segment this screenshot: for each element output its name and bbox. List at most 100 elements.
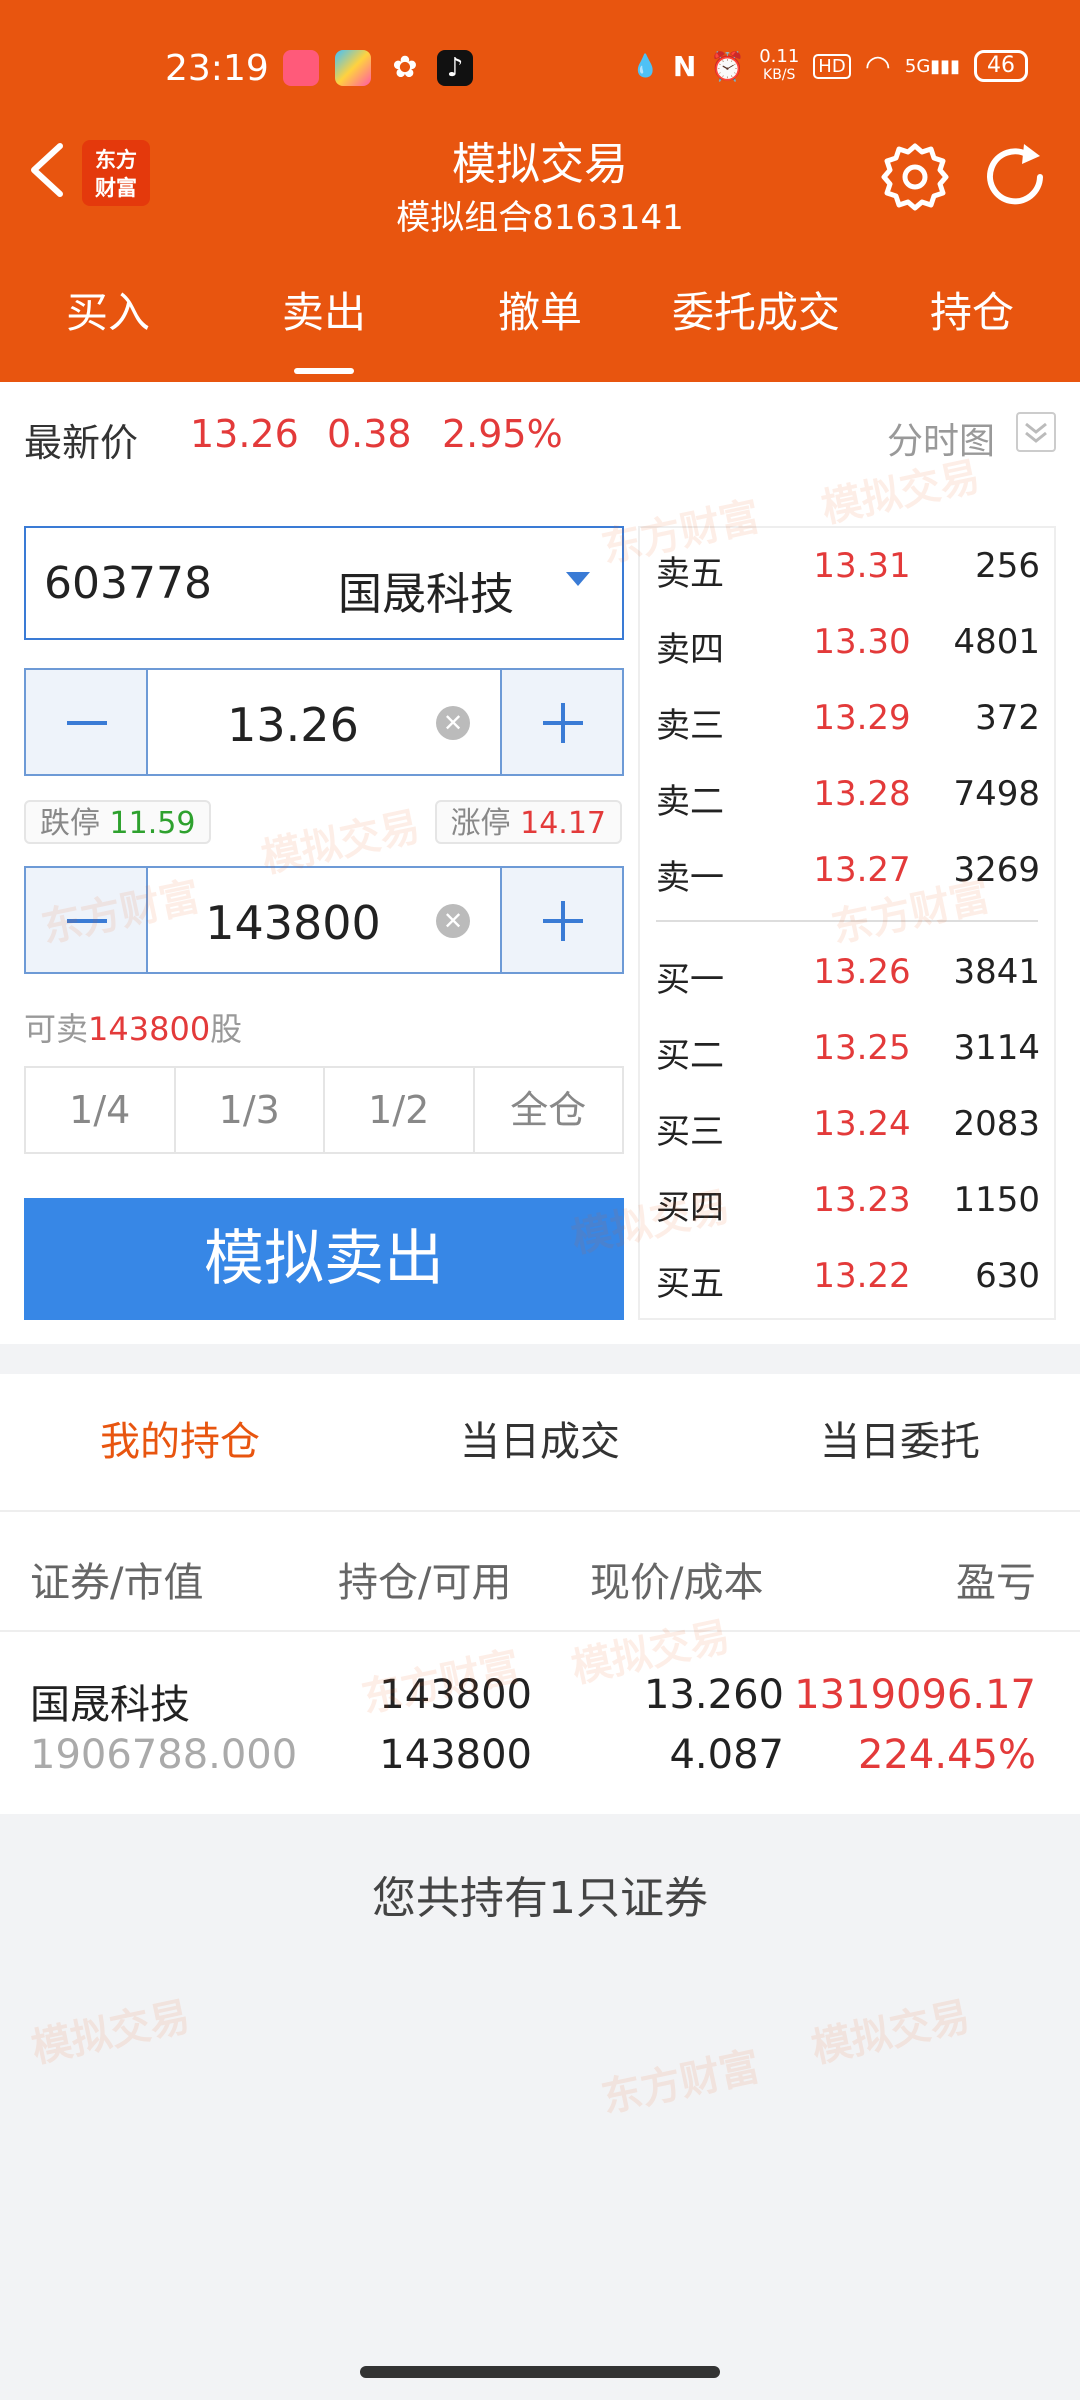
bid-volume: 630 [975, 1256, 1040, 1296]
limit-down-value: 11.59 [109, 806, 196, 841]
price-change: 0.38 [327, 412, 412, 456]
ratio-all-button[interactable]: 全仓 [475, 1068, 623, 1152]
table-row[interactable]: 国晟科技 1906788.000 143800 143800 13.260 4.… [0, 1632, 1080, 1812]
bid-price: 13.22 [813, 1256, 911, 1296]
ask-volume: 4801 [953, 622, 1040, 662]
nfc-icon: N [672, 49, 697, 83]
price-stepper: 13.26 ✕ [24, 668, 624, 776]
net-speed-value: 0.11 [759, 46, 800, 67]
refresh-icon[interactable] [978, 140, 1052, 214]
price-plus-button[interactable] [500, 670, 622, 774]
bid-row-5[interactable]: 买五 13.22 630 [640, 1240, 1054, 1316]
home-indicator[interactable] [360, 2366, 720, 2378]
ratio-half-button[interactable]: 1/2 [325, 1068, 475, 1152]
watermark: 模拟交易 [807, 1993, 974, 2073]
limit-down-badge: 跌停 11.59 [24, 800, 212, 844]
ask-volume: 256 [975, 546, 1040, 586]
ask-price: 13.27 [813, 850, 911, 890]
tab-my-holdings[interactable]: 我的持仓 [0, 1374, 360, 1510]
ask-row-3[interactable]: 卖三 13.29 372 [640, 682, 1054, 758]
net-speed-unit: KB/S [763, 67, 796, 83]
holdings-summary: 您共持有1只证券 [372, 1873, 708, 1924]
tab-today-fills[interactable]: 当日成交 [360, 1374, 720, 1510]
stock-code: 603778 [44, 558, 212, 609]
bid-volume: 3841 [953, 952, 1040, 992]
tab-today-orders[interactable]: 当日委托 [720, 1374, 1080, 1510]
bid-row-1[interactable]: 买一 13.26 3841 [640, 936, 1054, 1012]
sellable-suffix: 股 [210, 1010, 243, 1048]
ask-row-5[interactable]: 卖五 13.31 256 [640, 530, 1054, 606]
status-bar: 23:19 ✿ ♪ 💧 N ⏰ 0.11 KB/S HD ◠ 5G▮▮▮ 46 [0, 44, 1080, 94]
bid-row-2[interactable]: 买二 13.25 3114 [640, 1012, 1054, 1088]
wifi-icon: ◠ [864, 48, 891, 84]
battery-icon: 46 [974, 50, 1028, 82]
watermark: 模拟交易 [27, 1993, 194, 2073]
tab-holdings[interactable]: 持仓 [864, 270, 1080, 380]
watermark: 东方财富 [597, 2043, 764, 2123]
bid-row-4[interactable]: 买四 13.23 1150 [640, 1164, 1054, 1240]
ask-row-4[interactable]: 卖四 13.30 4801 [640, 606, 1054, 682]
holding-cost: 4.087 [669, 1732, 784, 1778]
bid-price: 13.23 [813, 1180, 911, 1220]
quantity-minus-button[interactable] [26, 868, 148, 972]
quantity-input[interactable]: 143800 [148, 896, 438, 950]
price-minus-button[interactable] [26, 670, 148, 774]
ask-label: 卖五 [656, 554, 724, 594]
ask-volume: 3269 [953, 850, 1040, 890]
ratio-quarter-button[interactable]: 1/4 [26, 1068, 176, 1152]
sellable-info: 可卖143800股 [24, 1004, 242, 1050]
holding-pnl: 1319096.17 [794, 1672, 1036, 1718]
ask-price: 13.30 [813, 622, 911, 662]
tab-orders-fills[interactable]: 委托成交 [648, 270, 864, 380]
bid-volume: 2083 [953, 1104, 1040, 1144]
order-book-divider [656, 920, 1038, 922]
ratio-third-button[interactable]: 1/3 [176, 1068, 325, 1152]
expand-chevron-icon[interactable] [1016, 412, 1056, 452]
ask-price: 13.28 [813, 774, 911, 814]
bid-label: 买四 [656, 1188, 724, 1228]
bid-price: 13.25 [813, 1028, 911, 1068]
positions-header: 证券/市值 持仓/可用 现价/成本 盈亏 [0, 1512, 1080, 1632]
timeshare-chart-link[interactable]: 分时图 [887, 412, 995, 464]
col-pnl: 盈亏 [956, 1560, 1036, 1606]
signal-label: 5G [904, 55, 931, 77]
ask-label: 卖一 [656, 858, 724, 898]
bid-volume: 3114 [953, 1028, 1040, 1068]
tab-cancel[interactable]: 撤单 [432, 270, 648, 380]
ask-label: 卖二 [656, 782, 724, 822]
tab-buy[interactable]: 买入 [0, 270, 216, 380]
bid-row-3[interactable]: 买三 13.24 2083 [640, 1088, 1054, 1164]
quantity-plus-button[interactable] [500, 868, 622, 972]
video-app-icon [283, 50, 319, 86]
stock-selector[interactable]: 603778 国晟科技 [24, 526, 624, 640]
holding-market-value: 1906788.000 [30, 1732, 298, 1778]
position-ratio-selector: 1/4 1/3 1/2 全仓 [24, 1066, 624, 1154]
pinwheel-app-icon [335, 50, 371, 86]
positions-tabs: 我的持仓 当日成交 当日委托 [0, 1374, 1080, 1512]
ask-row-1[interactable]: 卖一 13.27 3269 [640, 834, 1054, 910]
alarm-icon: ⏰ [710, 49, 746, 83]
price-change-pct: 2.95% [442, 412, 563, 456]
quantity-stepper: 143800 ✕ [24, 866, 624, 974]
ask-volume: 7498 [953, 774, 1040, 814]
drop-icon: 💧 [631, 53, 659, 79]
flower-app-icon: ✿ [392, 50, 418, 85]
tab-sell[interactable]: 卖出 [216, 270, 432, 380]
quantity-clear-icon[interactable]: ✕ [436, 904, 470, 938]
ask-row-2[interactable]: 卖二 13.28 7498 [640, 758, 1054, 834]
limit-up-value: 14.17 [520, 806, 606, 841]
bid-label: 买三 [656, 1112, 724, 1152]
gear-icon[interactable] [878, 140, 952, 214]
price-clear-icon[interactable]: ✕ [436, 706, 470, 740]
holding-qty: 143800 [379, 1672, 532, 1718]
stock-name: 国晟科技 [338, 569, 514, 620]
bid-price: 13.24 [813, 1104, 911, 1144]
simulated-sell-button[interactable]: 模拟卖出 [24, 1198, 624, 1320]
quote-bar: 最新价 13.26 0.38 2.95% 分时图 [0, 382, 1080, 492]
price-input[interactable]: 13.26 [148, 698, 438, 752]
ask-label: 卖四 [656, 630, 724, 670]
bid-label: 买二 [656, 1036, 724, 1076]
status-time: 23:19 [165, 48, 269, 89]
bid-label: 买五 [656, 1264, 724, 1304]
ask-price: 13.31 [813, 546, 911, 586]
